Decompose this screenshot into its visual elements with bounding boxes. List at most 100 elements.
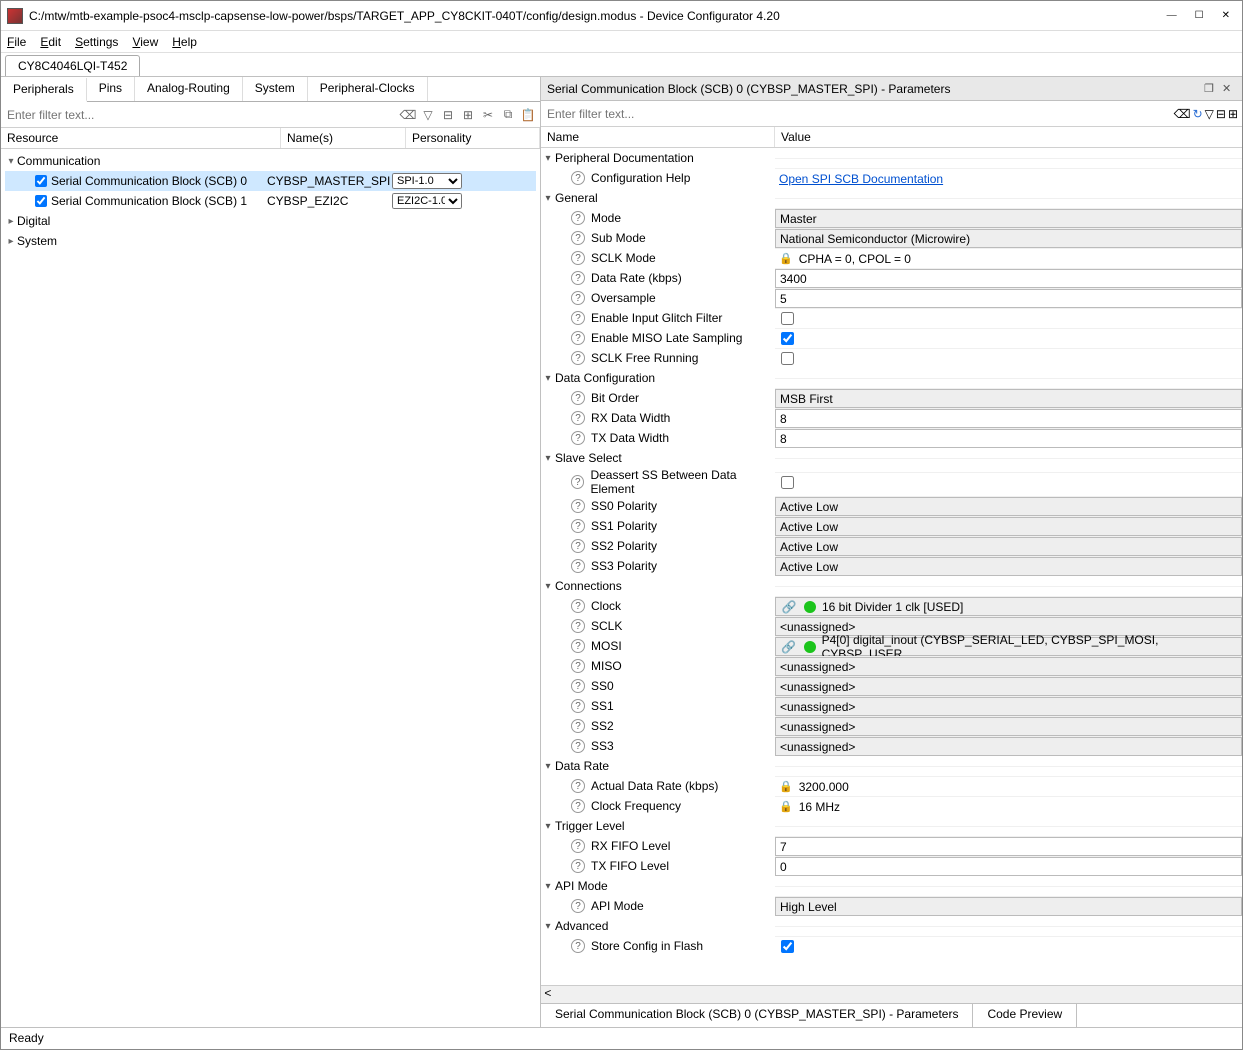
value-miso[interactable]: <unassigned>	[775, 657, 1242, 676]
value-css0[interactable]: <unassigned>	[775, 677, 1242, 696]
menu-help[interactable]: Help	[172, 35, 197, 49]
help-icon[interactable]: ?	[571, 659, 585, 673]
chevron-down-icon[interactable]: ▾	[541, 453, 555, 464]
help-icon[interactable]: ?	[571, 639, 585, 653]
value-css3[interactable]: <unassigned>	[775, 737, 1242, 756]
tab-pins[interactable]: Pins	[87, 77, 135, 101]
collapse-icon[interactable]: ⊟	[440, 107, 456, 123]
clear-filter-icon[interactable]: ⌫	[400, 107, 416, 123]
help-icon[interactable]: ?	[571, 431, 585, 445]
help-icon[interactable]: ?	[571, 859, 585, 873]
scb0-name[interactable]: CYBSP_MASTER_SPI	[267, 174, 392, 188]
tab-peripherals[interactable]: Peripherals	[1, 78, 87, 102]
group-connections[interactable]: Connections	[555, 579, 622, 593]
close-button[interactable]: ✕	[1222, 10, 1230, 21]
clear-filter-icon[interactable]: ⌫	[1174, 107, 1191, 121]
collapse-icon[interactable]: ⊟	[1216, 107, 1226, 121]
checkbox-deassert[interactable]	[781, 476, 794, 489]
group-slaveselect[interactable]: Slave Select	[555, 451, 622, 465]
chevron-down-icon[interactable]: ▾	[541, 193, 555, 204]
help-icon[interactable]: ?	[571, 391, 585, 405]
help-icon[interactable]: ?	[571, 331, 585, 345]
help-icon[interactable]: ?	[571, 475, 584, 489]
menu-edit[interactable]: Edit	[40, 35, 61, 49]
help-icon[interactable]: ?	[571, 231, 585, 245]
copy-icon[interactable]: ⧉	[500, 107, 516, 123]
right-filter-input[interactable]	[545, 105, 1172, 123]
expand-icon[interactable]: ⊞	[1228, 107, 1238, 121]
chevron-down-icon[interactable]: ▾	[541, 761, 555, 772]
checkbox-storeflash[interactable]	[781, 940, 794, 953]
value-rxfifo[interactable]: 7	[775, 837, 1242, 856]
group-apimode[interactable]: API Mode	[555, 879, 608, 893]
tab-peripheral-clocks[interactable]: Peripheral-Clocks	[308, 77, 428, 101]
help-icon[interactable]: ?	[571, 211, 585, 225]
paste-icon[interactable]: 📋	[520, 107, 536, 123]
help-icon[interactable]: ?	[571, 799, 585, 813]
chevron-down-icon[interactable]: ▾	[541, 921, 555, 932]
filter-icon[interactable]: ▽	[1205, 107, 1214, 121]
help-icon[interactable]: ?	[571, 719, 585, 733]
value-css2[interactable]: <unassigned>	[775, 717, 1242, 736]
maximize-button[interactable]: ☐	[1195, 10, 1204, 21]
menu-view[interactable]: View	[132, 35, 158, 49]
expand-icon[interactable]: ⊞	[460, 107, 476, 123]
value-ss1[interactable]: Active Low	[775, 517, 1242, 536]
help-icon[interactable]: ?	[571, 311, 585, 325]
link-spi-doc[interactable]: Open SPI SCB Documentation	[779, 172, 943, 186]
bottom-tab-parameters[interactable]: Serial Communication Block (SCB) 0 (CYBS…	[541, 1004, 973, 1027]
menu-settings[interactable]: Settings	[75, 35, 118, 49]
undock-icon[interactable]: ❐	[1204, 82, 1218, 96]
tree-digital[interactable]: Digital	[17, 214, 279, 228]
group-datarate[interactable]: Data Rate	[555, 759, 609, 773]
value-txwidth[interactable]: 8	[775, 429, 1242, 448]
left-filter-input[interactable]	[5, 106, 396, 124]
link-icon[interactable]: 🔗	[780, 600, 798, 614]
minimize-button[interactable]: —	[1167, 10, 1177, 21]
help-icon[interactable]: ?	[571, 499, 585, 513]
help-icon[interactable]: ?	[571, 539, 585, 553]
tree-system[interactable]: System	[17, 234, 279, 248]
value-oversample[interactable]: 5	[775, 289, 1242, 308]
checkbox-glitch[interactable]	[781, 312, 794, 325]
value-css1[interactable]: <unassigned>	[775, 697, 1242, 716]
scb1-checkbox[interactable]	[35, 195, 47, 207]
refresh-icon[interactable]: ↻	[1193, 107, 1203, 121]
tab-analog[interactable]: Analog-Routing	[135, 77, 243, 101]
value-rxwidth[interactable]: 8	[775, 409, 1242, 428]
group-trigger[interactable]: Trigger Level	[555, 819, 625, 833]
tab-system[interactable]: System	[243, 77, 308, 101]
chevron-right-icon[interactable]: ▸	[5, 216, 17, 227]
help-icon[interactable]: ?	[571, 411, 585, 425]
help-icon[interactable]: ?	[571, 739, 585, 753]
value-submode[interactable]: National Semiconductor (Microwire)	[775, 229, 1242, 248]
device-tab[interactable]: CY8C4046LQI-T452	[5, 55, 140, 76]
checkbox-sclkfree[interactable]	[781, 352, 794, 365]
menu-file[interactable]: File	[7, 35, 26, 49]
help-icon[interactable]: ?	[571, 351, 585, 365]
group-peripheral-doc[interactable]: Peripheral Documentation	[555, 151, 694, 165]
help-icon[interactable]: ?	[571, 291, 585, 305]
help-icon[interactable]: ?	[571, 171, 585, 185]
bottom-tab-code-preview[interactable]: Code Preview	[973, 1004, 1077, 1027]
value-ss2[interactable]: Active Low	[775, 537, 1242, 556]
horizontal-scrollbar[interactable]: <	[541, 985, 1242, 1003]
scb1-personality-select[interactable]: EZI2C-1.0	[392, 193, 462, 209]
help-icon[interactable]: ?	[571, 839, 585, 853]
scb0-checkbox[interactable]	[35, 175, 47, 187]
value-mode[interactable]: Master	[775, 209, 1242, 228]
tree-communication[interactable]: Communication	[17, 154, 279, 168]
close-panel-icon[interactable]: ✕	[1222, 82, 1236, 96]
scb0-label[interactable]: Serial Communication Block (SCB) 0	[51, 174, 247, 188]
link-icon[interactable]: 🔗	[780, 640, 798, 654]
chevron-down-icon[interactable]: ▾	[541, 373, 555, 384]
chevron-down-icon[interactable]: ▾	[5, 156, 17, 167]
value-bitorder[interactable]: MSB First	[775, 389, 1242, 408]
scb0-personality-select[interactable]: SPI-1.0	[392, 173, 462, 189]
value-apimode[interactable]: High Level	[775, 897, 1242, 916]
chevron-down-icon[interactable]: ▾	[541, 581, 555, 592]
help-icon[interactable]: ?	[571, 619, 585, 633]
help-icon[interactable]: ?	[571, 251, 585, 265]
help-icon[interactable]: ?	[571, 271, 585, 285]
help-icon[interactable]: ?	[571, 679, 585, 693]
